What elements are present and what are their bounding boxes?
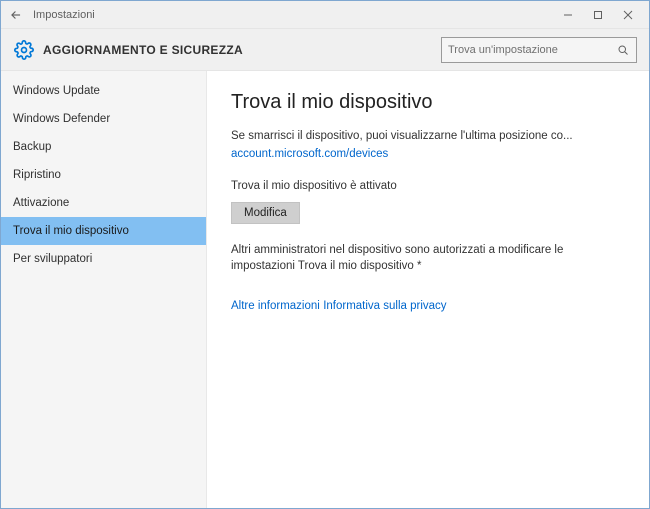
sidebar: Windows Update Windows Defender Backup Ripr… — [1, 71, 207, 508]
sidebar-item-label: Ripristino — [13, 169, 61, 181]
header: AGGIORNAMENTO E SICUREZZA — [1, 29, 649, 71]
maximize-icon[interactable] — [583, 4, 613, 26]
admin-note-text: Altri amministratori nel dispositivo son… — [231, 242, 625, 274]
main-content: Trova il mio dispositivo Se smarrisci il… — [207, 71, 649, 508]
sidebar-item-0[interactable]: Windows Update — [1, 77, 206, 105]
status-text: Trova il mio dispositivo è attivato — [231, 178, 625, 194]
search-field[interactable] — [441, 37, 637, 63]
more-info-link[interactable]: Altre informazioni — [231, 300, 320, 312]
body: Windows Update Windows Defender Backup Ripr… — [1, 71, 649, 508]
sidebar-item-3[interactable]: Ripristino — [1, 161, 206, 189]
sidebar-item-6[interactable]: Per sviluppatori — [1, 245, 206, 273]
sidebar-item-label: Attivazione — [13, 197, 69, 209]
account-devices-link[interactable]: account.microsoft.com/devices — [231, 148, 388, 160]
sidebar-item-label: Windows Defender — [13, 113, 110, 125]
sidebar-item-4[interactable]: Attivazione — [1, 189, 206, 217]
back-icon[interactable] — [7, 6, 25, 24]
sidebar-item-5[interactable]: Trova il mio dispositivo — [1, 217, 206, 245]
gear-icon — [13, 39, 35, 61]
modify-button[interactable]: Modifica — [231, 202, 300, 224]
minimize-icon[interactable] — [553, 4, 583, 26]
search-icon[interactable] — [616, 43, 630, 57]
window-controls — [553, 4, 643, 26]
close-icon[interactable] — [613, 4, 643, 26]
titlebar: Impostazioni — [1, 1, 649, 29]
privacy-link[interactable]: Informativa sulla privacy — [323, 300, 446, 312]
window-title: Impostazioni — [33, 9, 553, 21]
sidebar-item-label: Backup — [13, 141, 51, 153]
sidebar-item-1[interactable]: Windows Defender — [1, 105, 206, 133]
sidebar-item-label: Windows Update — [13, 85, 100, 97]
sidebar-item-label: Trova il mio dispositivo — [13, 225, 129, 237]
sidebar-item-label: Per sviluppatori — [13, 253, 92, 265]
search-input[interactable] — [448, 44, 616, 56]
page-heading: Trova il mio dispositivo — [231, 91, 625, 114]
section-title: AGGIORNAMENTO E SICUREZZA — [43, 43, 441, 57]
sidebar-item-2[interactable]: Backup — [1, 133, 206, 161]
lost-device-text: Se smarrisci il dispositivo, puoi visual… — [231, 128, 625, 144]
